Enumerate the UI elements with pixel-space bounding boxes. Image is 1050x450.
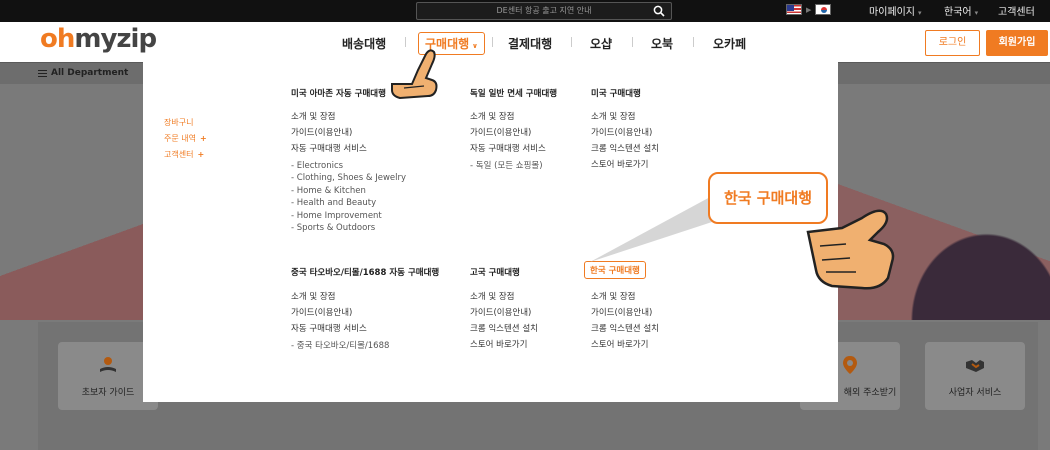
menu-link[interactable]: 크롬 익스텐션 설치 bbox=[470, 321, 538, 337]
sidebar-item-orders[interactable]: 주문 내역 + bbox=[164, 131, 207, 147]
handshake-icon bbox=[966, 360, 984, 372]
chevron-down-icon: ▾ bbox=[918, 9, 922, 17]
chevron-down-icon: ▾ bbox=[974, 9, 979, 17]
nav-divider bbox=[632, 37, 633, 47]
menu-link[interactable]: 자동 구매대행 서비스 bbox=[291, 321, 367, 337]
menu-link[interactable]: 크롬 익스텐션 설치 bbox=[591, 141, 659, 157]
join-button[interactable]: 회원가입 bbox=[986, 30, 1048, 56]
country-selector[interactable]: ▶ bbox=[786, 4, 832, 15]
category-link[interactable]: 독일 (모든 쇼핑몰) bbox=[470, 160, 543, 172]
book-icon bbox=[100, 357, 116, 372]
china-title[interactable]: 중국 타오바오/티몰/1688 자동 구매대행 bbox=[291, 266, 439, 278]
plus-icon: + bbox=[199, 134, 207, 143]
menu-link[interactable]: 가이드(이용안내) bbox=[591, 125, 659, 141]
sidebar-item-support[interactable]: 고객센터 + bbox=[164, 147, 207, 163]
china-links: 소개 및 장점 가이드(이용안내) 자동 구매대행 서비스 bbox=[291, 289, 367, 337]
nav-payment[interactable]: 결제대행 bbox=[508, 35, 552, 52]
language-selector[interactable]: 한국어 ▾ bbox=[944, 3, 978, 18]
arrow-right-icon: ▶ bbox=[806, 5, 812, 14]
purchase-dropdown-menu: 장바구니 주문 내역 + 고객센터 + 미국 아마존 자동 구매대행 소개 및 장점… bbox=[143, 62, 838, 402]
korea-links: 소개 및 장점 가이드(이용안내) 크롬 익스텐션 설치 스토어 바로가기 bbox=[591, 289, 659, 353]
menu-link[interactable]: 가이드(이용안내) bbox=[470, 125, 546, 141]
hero-background bbox=[0, 180, 143, 320]
menu-link[interactable]: 소개 및 장점 bbox=[470, 289, 538, 305]
menu-link[interactable]: 자동 구매대행 서비스 bbox=[291, 141, 367, 157]
notice-text: DE센터 항공 출고 지연 안내 bbox=[496, 6, 592, 15]
menu-link[interactable]: 소개 및 장점 bbox=[470, 109, 546, 125]
nav-divider bbox=[492, 37, 493, 47]
korea-flag-icon[interactable] bbox=[815, 4, 832, 15]
category-link[interactable]: Home Improvement bbox=[291, 210, 406, 222]
nav-shipping[interactable]: 배송대행 bbox=[342, 35, 386, 52]
login-button[interactable]: 로그인 bbox=[925, 30, 980, 56]
menu-link[interactable]: 자동 구매대행 서비스 bbox=[470, 141, 546, 157]
support-link[interactable]: 고객센터 bbox=[998, 3, 1035, 18]
nav-divider bbox=[693, 37, 694, 47]
menu-link[interactable]: 소개 및 장점 bbox=[291, 289, 367, 305]
other-links: 소개 및 장점 가이드(이용안내) 크롬 익스텐션 설치 스토어 바로가기 bbox=[470, 289, 538, 353]
category-link[interactable]: Sports & Outdoors bbox=[291, 222, 406, 234]
germany-title[interactable]: 독일 일반 면세 구매대행 bbox=[470, 87, 557, 99]
location-pin-icon bbox=[843, 356, 857, 374]
amazon-categories: Electronics Clothing, Shoes & Jewelry Ho… bbox=[291, 160, 406, 234]
callout-label: 한국 구매대행 bbox=[708, 172, 828, 224]
korea-title[interactable]: 한국 구매대행 bbox=[584, 261, 646, 279]
category-link[interactable]: Clothing, Shoes & Jewelry bbox=[291, 172, 406, 184]
amazon-title[interactable]: 미국 아마존 자동 구매대행 bbox=[291, 87, 386, 99]
dropdown-sidebar: 장바구니 주문 내역 + 고객센터 + bbox=[164, 115, 207, 163]
service-business[interactable]: 사업자 서비스 bbox=[925, 342, 1025, 410]
menu-link[interactable]: 소개 및 장점 bbox=[591, 109, 659, 125]
us-flag-icon[interactable] bbox=[786, 4, 802, 15]
nav-obook[interactable]: 오북 bbox=[651, 35, 673, 52]
hero-background bbox=[838, 150, 1050, 320]
menu-link[interactable]: 가이드(이용안내) bbox=[291, 125, 367, 141]
logo[interactable]: ohmyzip bbox=[40, 24, 157, 54]
menu-link[interactable]: 크롬 익스텐션 설치 bbox=[591, 321, 659, 337]
all-department-label: All Department bbox=[51, 68, 129, 78]
mypage-link[interactable]: 마이페이지 ▾ bbox=[869, 3, 922, 18]
nav-oshop[interactable]: 오샵 bbox=[590, 35, 612, 52]
menu-link[interactable]: 소개 및 장점 bbox=[591, 289, 659, 305]
top-bar: DE센터 항공 출고 지연 안내 ▶ 마이페이지 ▾ 한국어 ▾ 고객센터 bbox=[0, 0, 1050, 22]
menu-link[interactable]: 가이드(이용안내) bbox=[591, 305, 659, 321]
nav-purchase[interactable]: 구매대행 ∨ bbox=[418, 32, 485, 55]
germany-categories: 독일 (모든 쇼핑몰) bbox=[470, 160, 543, 172]
other-title[interactable]: 고국 구매대행 bbox=[470, 266, 520, 278]
all-department-button[interactable]: All Department bbox=[38, 68, 128, 78]
menu-link[interactable]: 소개 및 장점 bbox=[291, 109, 367, 125]
menu-link[interactable]: 스토어 바로가기 bbox=[591, 157, 659, 173]
sidebar-item-cart[interactable]: 장바구니 bbox=[164, 115, 207, 131]
nav-ocafe[interactable]: 오카페 bbox=[713, 35, 746, 52]
china-categories: 중국 타오바오/티몰/1688 bbox=[291, 340, 390, 352]
menu-link[interactable]: 가이드(이용안내) bbox=[291, 305, 367, 321]
germany-links: 소개 및 장점 가이드(이용안내) 자동 구매대행 서비스 bbox=[470, 109, 546, 157]
nav-divider bbox=[571, 37, 572, 47]
nav-divider bbox=[405, 37, 406, 47]
menu-link[interactable]: 가이드(이용안내) bbox=[470, 305, 538, 321]
search-icon[interactable] bbox=[653, 5, 665, 17]
category-link[interactable]: Electronics bbox=[291, 160, 406, 172]
menu-link[interactable]: 스토어 바로가기 bbox=[591, 337, 659, 353]
notice-search-bar[interactable]: DE센터 항공 출고 지연 안내 bbox=[416, 2, 672, 20]
menu-link[interactable]: 스토어 바로가기 bbox=[470, 337, 538, 353]
usa-links: 소개 및 장점 가이드(이용안내) 크롬 익스텐션 설치 스토어 바로가기 bbox=[591, 109, 659, 173]
category-link[interactable]: Health and Beauty bbox=[291, 197, 406, 209]
plus-icon: + bbox=[197, 150, 205, 159]
amazon-links: 소개 및 장점 가이드(이용안내) 자동 구매대행 서비스 bbox=[291, 109, 367, 157]
category-link[interactable]: Home & Kitchen bbox=[291, 185, 406, 197]
menu-icon bbox=[38, 69, 47, 77]
category-link[interactable]: 중국 타오바오/티몰/1688 bbox=[291, 340, 390, 352]
usa-title[interactable]: 미국 구매대행 bbox=[591, 87, 641, 99]
header: ohmyzip 배송대행 구매대행 ∨ 결제대행 오샵 오북 오카페 로그인 회원… bbox=[0, 22, 1050, 62]
chevron-down-icon: ∨ bbox=[472, 42, 478, 50]
